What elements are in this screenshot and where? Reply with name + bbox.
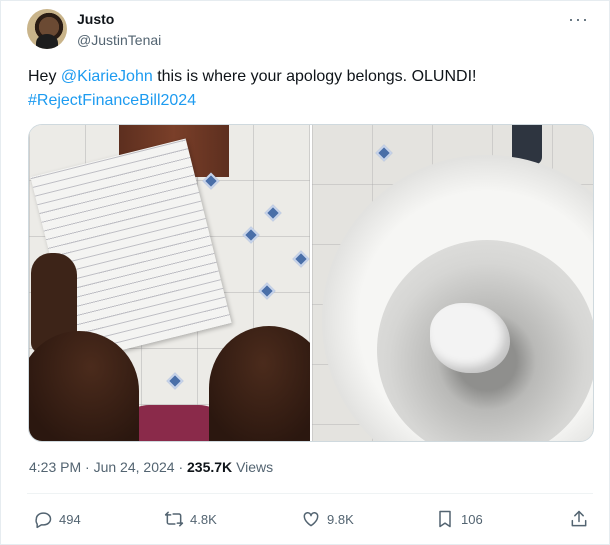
bookmark-icon [439,510,451,528]
tweet-date[interactable]: Jun 24, 2024 [94,459,175,475]
right-leg [209,326,310,441]
avatar[interactable] [27,9,67,49]
retweet-count: 4.8K [190,511,217,527]
views-count: 235.7K [187,459,233,475]
reply-icon [35,512,52,529]
author-display-name[interactable]: Justo [77,10,161,28]
divider [27,493,593,494]
author-names: Justo @JustinTenai [77,10,161,49]
tweet-header: Justo @JustinTenai [27,9,161,49]
retweet-icon [164,511,184,527]
reply-button[interactable]: 494 [33,509,81,529]
tweet-text: Hey @KiarieJohn this is where your apolo… [28,65,588,113]
legs [29,326,310,441]
photo-toilet-bowl[interactable] [312,125,593,441]
tweet-card: Justo @JustinTenai ··· Hey @KiarieJohn t… [0,0,610,545]
photo-letter-in-hand[interactable] [29,125,310,441]
tweet-text-prefix: Hey [28,68,61,85]
views-label: Views [236,459,274,475]
share-button[interactable] [569,509,589,529]
bookmark-count: 106 [461,511,483,527]
action-bar: 494 4.8K 9.8K 106 [29,507,589,531]
heart-icon [303,511,319,527]
meta-separator: · [81,459,94,475]
mention-link[interactable]: @KiarieJohn [61,68,153,85]
reply-count: 494 [59,511,81,527]
like-count: 9.8K [327,511,354,527]
bookmark-button[interactable]: 106 [435,509,483,529]
tweet-meta: 4:23 PM · Jun 24, 2024 · 235.7K Views [29,457,273,477]
tweet-text-suffix: this is where your apology belongs. OLUN… [152,68,477,85]
author-handle[interactable]: @JustinTenai [77,31,161,49]
more-horizontal-icon[interactable]: ··· [568,10,589,28]
meta-separator: · [178,459,188,475]
share-icon [571,510,587,527]
hashtag-link[interactable]: #RejectFinanceBill2024 [28,92,196,109]
left-leg [29,331,139,441]
tweet-time[interactable]: 4:23 PM [29,459,81,475]
media-grid [28,124,594,442]
like-button[interactable]: 9.8K [301,509,354,529]
retweet-button[interactable]: 4.8K [164,509,217,529]
